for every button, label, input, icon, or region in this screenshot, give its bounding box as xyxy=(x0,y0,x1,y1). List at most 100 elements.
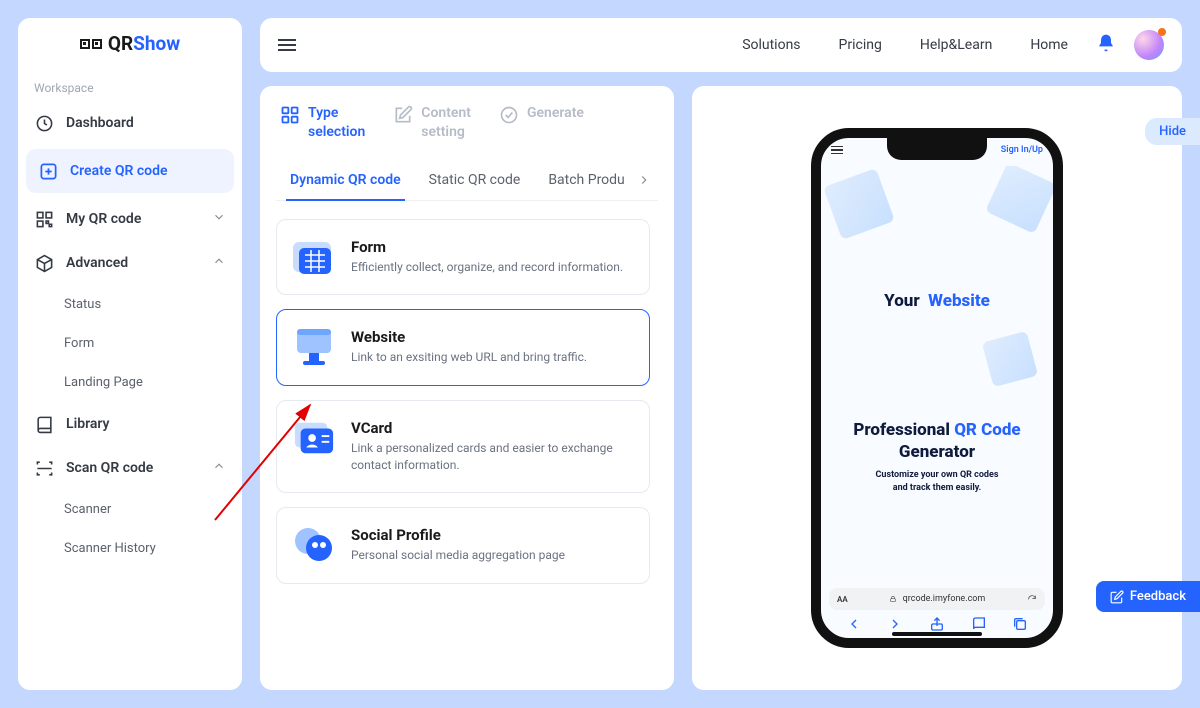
phone-browser-bar: AA qrcode.imyfone.com xyxy=(829,588,1045,632)
type-card-website[interactable]: Website Link to an exsiting web URL and … xyxy=(276,309,650,385)
hide-button[interactable]: Hide xyxy=(1145,118,1200,145)
card-desc: Link to an exsiting web URL and bring tr… xyxy=(351,349,587,366)
social-icon xyxy=(293,526,335,564)
chevron-up-icon xyxy=(212,459,226,477)
nav-solutions[interactable]: Solutions xyxy=(732,37,810,53)
step-label: Generate xyxy=(527,104,584,123)
lock-icon xyxy=(889,595,897,603)
edit-icon xyxy=(393,105,413,125)
step-label: Contentsetting xyxy=(421,104,471,142)
sidebar-item-dashboard[interactable]: Dashboard xyxy=(18,101,242,145)
chevron-right-icon xyxy=(637,173,651,187)
sidebar-item-label: Library xyxy=(66,416,110,432)
avatar[interactable] xyxy=(1134,30,1164,60)
create-panel: Typeselection Contentsetting Generate xyxy=(260,86,674,690)
decorative-cube xyxy=(985,166,1053,234)
sidebar-item-label: My QR code xyxy=(66,211,141,227)
feedback-label: Feedback xyxy=(1130,589,1186,604)
type-card-form[interactable]: Form Efficiently collect, organize, and … xyxy=(276,219,650,295)
sidebar-item-my-qr[interactable]: My QR code xyxy=(18,197,242,241)
refresh-icon xyxy=(1027,594,1037,604)
qr-icon xyxy=(34,209,54,229)
card-desc: Link a personalized cards and easier to … xyxy=(351,440,633,475)
sidebar: QRShow Workspace Dashboard Create QR cod… xyxy=(18,18,242,690)
forward-icon xyxy=(887,616,903,632)
phone-content: Your Website Professional QR CodeGenerat… xyxy=(821,166,1053,580)
card-title: Form xyxy=(351,238,623,256)
home-indicator xyxy=(892,632,982,636)
topbar: Solutions Pricing Help&Learn Home xyxy=(260,18,1182,72)
website-icon xyxy=(293,328,335,366)
sidebar-subitem-status[interactable]: Status xyxy=(18,285,242,324)
step-content-setting[interactable]: Contentsetting xyxy=(393,104,471,142)
url-text: qrcode.imyfone.com xyxy=(903,594,986,604)
share-icon xyxy=(929,616,945,632)
sidebar-subitem-scanner-history[interactable]: Scanner History xyxy=(18,529,242,568)
phone-notch xyxy=(887,138,987,160)
plus-square-icon xyxy=(38,161,58,181)
sidebar-item-advanced[interactable]: Advanced xyxy=(18,241,242,285)
steps: Typeselection Contentsetting Generate xyxy=(276,104,658,154)
phone-subhead: Professional QR CodeGenerator xyxy=(833,419,1041,463)
tabs-icon xyxy=(1012,616,1028,632)
book-icon xyxy=(34,414,54,434)
tabs: Dynamic QR code Static QR code Batch Pro… xyxy=(276,160,658,201)
vcard-icon xyxy=(293,419,335,457)
phone-menu-icon xyxy=(831,146,843,155)
chevron-up-icon xyxy=(212,254,226,272)
form-icon xyxy=(293,238,335,276)
sidebar-item-label: Scan QR code xyxy=(66,460,153,476)
workspace-label: Workspace xyxy=(18,73,242,101)
edit-icon xyxy=(1110,590,1124,604)
sidebar-subitem-scanner[interactable]: Scanner xyxy=(18,490,242,529)
menu-toggle-icon[interactable] xyxy=(278,39,296,51)
step-generate[interactable]: Generate xyxy=(499,104,584,142)
step-label: Typeselection xyxy=(308,104,365,142)
tab-batch[interactable]: Batch Produ xyxy=(534,160,638,200)
decorative-cube xyxy=(982,331,1038,387)
tab-scroll-right[interactable] xyxy=(630,160,658,200)
check-circle-icon xyxy=(499,105,519,125)
tab-static-qr[interactable]: Static QR code xyxy=(415,160,535,200)
card-desc: Efficiently collect, organize, and recor… xyxy=(351,259,623,276)
sidebar-item-create-qr[interactable]: Create QR code xyxy=(26,149,234,193)
phone-tagline: Customize your own QR codesand track the… xyxy=(833,469,1041,494)
url-bar: AA qrcode.imyfone.com xyxy=(829,588,1045,610)
logo-icon xyxy=(80,39,102,49)
step-type-selection[interactable]: Typeselection xyxy=(280,104,365,142)
sidebar-item-library[interactable]: Library xyxy=(18,402,242,446)
logo-text: QRShow xyxy=(108,32,180,55)
card-title: VCard xyxy=(351,419,633,437)
decorative-cube xyxy=(823,168,895,240)
text-size-icon: AA xyxy=(837,595,848,604)
type-list: Form Efficiently collect, organize, and … xyxy=(276,219,658,584)
type-card-vcard[interactable]: VCard Link a personalized cards and easi… xyxy=(276,400,650,494)
sidebar-item-label: Create QR code xyxy=(70,163,168,179)
feedback-button[interactable]: Feedback xyxy=(1096,581,1200,612)
phone-signin: Sign In/Up xyxy=(1001,145,1043,155)
nav-help[interactable]: Help&Learn xyxy=(910,37,1002,53)
sidebar-item-label: Dashboard xyxy=(66,115,134,131)
bell-icon[interactable] xyxy=(1096,33,1116,57)
nav-pricing[interactable]: Pricing xyxy=(829,37,892,53)
bookmarks-icon xyxy=(971,616,987,632)
card-desc: Personal social media aggregation page xyxy=(351,547,565,564)
cube-icon xyxy=(34,253,54,273)
phone-headline: Your Website xyxy=(833,291,1041,311)
sidebar-subitem-form[interactable]: Form xyxy=(18,324,242,363)
sidebar-item-scan[interactable]: Scan QR code xyxy=(18,446,242,490)
tab-dynamic-qr[interactable]: Dynamic QR code xyxy=(276,160,415,200)
type-card-social[interactable]: Social Profile Personal social media agg… xyxy=(276,507,650,583)
card-title: Website xyxy=(351,328,587,346)
chevron-down-icon xyxy=(212,210,226,228)
card-title: Social Profile xyxy=(351,526,565,544)
phone-mockup: Sign In/Up Your Website Professional QR … xyxy=(811,128,1063,648)
dashboard-icon xyxy=(34,113,54,133)
sidebar-subitem-landing[interactable]: Landing Page xyxy=(18,363,242,402)
sidebar-item-label: Advanced xyxy=(66,255,128,271)
nav-home[interactable]: Home xyxy=(1020,37,1078,53)
logo[interactable]: QRShow xyxy=(18,18,242,73)
scan-icon xyxy=(34,458,54,478)
back-icon xyxy=(846,616,862,632)
grid-icon xyxy=(280,105,300,125)
